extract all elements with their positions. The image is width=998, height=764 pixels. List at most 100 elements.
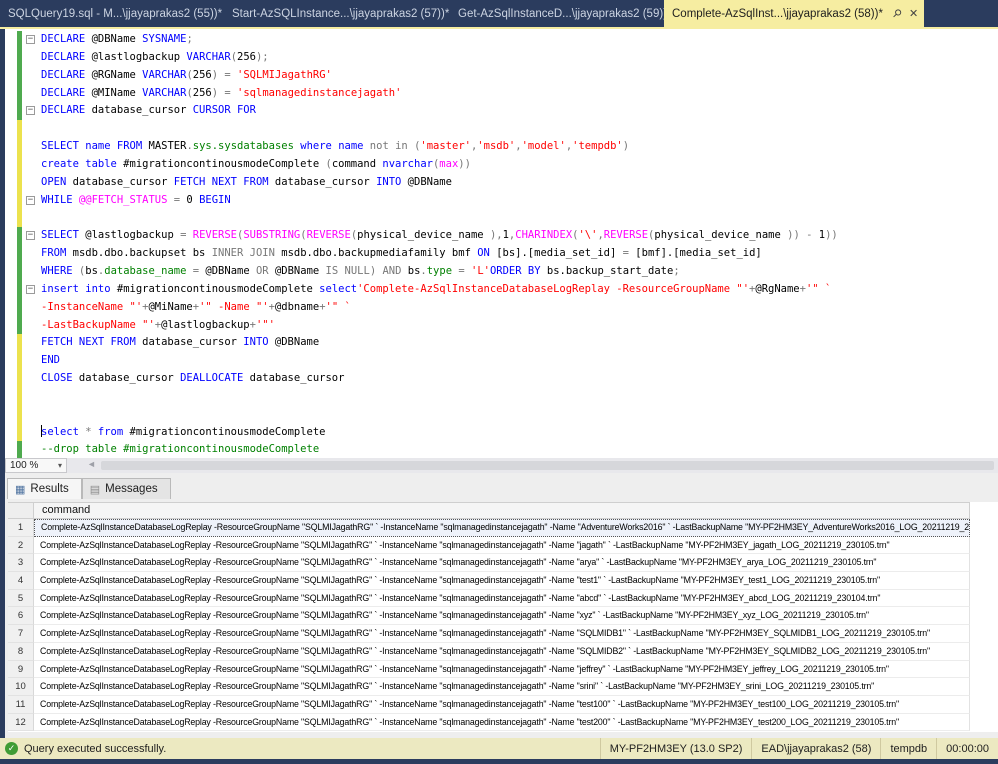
command-cell[interactable]: Complete-AzSqlInstanceDatabaseLogReplay … xyxy=(34,590,970,608)
change-tracking-bar xyxy=(17,67,22,85)
pin-icon[interactable]: ⚲ xyxy=(890,6,905,21)
tab-start-azsqlinstance[interactable]: Start-AzSQLInstance...\jjayaprakas2 (57)… xyxy=(224,0,457,27)
change-tracking-bar xyxy=(17,334,22,352)
table-row[interactable]: 3Complete-AzSqlInstanceDatabaseLogReplay… xyxy=(8,554,998,572)
command-cell[interactable]: Complete-AzSqlInstanceDatabaseLogReplay … xyxy=(34,554,970,572)
command-cell[interactable]: Complete-AzSqlInstanceDatabaseLogReplay … xyxy=(34,678,970,696)
collapse-region-icon[interactable]: − xyxy=(26,231,35,240)
server-name: MY-PF2HM3EY (13.0 SP2) xyxy=(600,738,752,759)
code-line: −SELECT @lastlogbackup = REVERSE(SUBSTRI… xyxy=(5,227,998,245)
change-tracking-bar xyxy=(17,227,22,245)
table-row[interactable]: 4Complete-AzSqlInstanceDatabaseLogReplay… xyxy=(8,572,998,590)
grid-corner-cell[interactable] xyxy=(8,502,34,519)
table-row[interactable]: 7Complete-AzSqlInstanceDatabaseLogReplay… xyxy=(8,625,998,643)
collapse-region-icon[interactable]: − xyxy=(26,285,35,294)
code-line: −DECLARE @DBName SYSNAME; xyxy=(5,31,998,49)
command-cell[interactable]: Complete-AzSqlInstanceDatabaseLogReplay … xyxy=(34,661,970,679)
command-cell[interactable]: Complete-AzSqlInstanceDatabaseLogReplay … xyxy=(34,607,970,625)
table-row[interactable]: 8Complete-AzSqlInstanceDatabaseLogReplay… xyxy=(8,643,998,661)
change-tracking-bar xyxy=(17,209,22,227)
command-cell[interactable]: Complete-AzSqlInstanceDatabaseLogReplay … xyxy=(34,537,970,555)
messages-icon: ▤ xyxy=(90,483,100,496)
row-number[interactable]: 12 xyxy=(8,714,34,732)
table-row[interactable]: 12Complete-AzSqlInstanceDatabaseLogRepla… xyxy=(8,714,998,732)
code-line: DECLARE @MIName VARCHAR(256) = 'sqlmanag… xyxy=(5,85,998,103)
change-tracking-bar xyxy=(17,174,22,192)
table-row[interactable]: 11Complete-AzSqlInstanceDatabaseLogRepla… xyxy=(8,696,998,714)
results-grid[interactable]: command 1Complete-AzSqlInstanceDatabaseL… xyxy=(8,502,998,732)
user-name: EAD\jjayaprakas2 (58) xyxy=(751,738,880,759)
status-bar: ✓ Query executed successfully. MY-PF2HM3… xyxy=(0,738,998,759)
command-cell[interactable]: Complete-AzSqlInstanceDatabaseLogReplay … xyxy=(34,714,970,732)
tab-complete-azsqlinstance[interactable]: Complete-AzSqlInst...\jjayaprakas2 (58))… xyxy=(664,0,924,27)
row-number[interactable]: 10 xyxy=(8,678,34,696)
grid-header-row: command xyxy=(8,502,998,519)
code-line: WHERE (bs.database_name = @DBName OR @DB… xyxy=(5,263,998,281)
change-tracking-bar xyxy=(17,441,22,458)
table-row[interactable]: 5Complete-AzSqlInstanceDatabaseLogReplay… xyxy=(8,590,998,608)
change-tracking-bar xyxy=(17,317,22,335)
tab-messages-label: Messages xyxy=(105,483,157,495)
status-segments: MY-PF2HM3EY (13.0 SP2) EAD\jjayaprakas2 … xyxy=(600,738,998,759)
change-tracking-bar xyxy=(17,138,22,156)
change-tracking-bar xyxy=(17,299,22,317)
row-number[interactable]: 5 xyxy=(8,590,34,608)
success-check-icon: ✓ xyxy=(5,742,18,755)
table-row[interactable]: 9Complete-AzSqlInstanceDatabaseLogReplay… xyxy=(8,661,998,679)
collapse-region-icon[interactable]: − xyxy=(26,35,35,44)
code-line xyxy=(5,406,998,424)
change-tracking-bar xyxy=(17,156,22,174)
scroll-left-icon[interactable]: ◄ xyxy=(87,459,96,469)
row-number[interactable]: 1 xyxy=(8,519,34,537)
window-bottom-edge xyxy=(0,759,998,764)
tab-get-azsqlinstance[interactable]: Get-AzSqlInstanceD...\jjayaprakas2 (59)) xyxy=(450,0,675,27)
command-cell[interactable]: Complete-AzSqlInstanceDatabaseLogReplay … xyxy=(34,696,970,714)
horizontal-scrollbar[interactable]: ◄ xyxy=(85,458,998,473)
results-pane: ▦ Results ▤ Messages command 1Complete-A… xyxy=(5,473,998,738)
close-icon[interactable]: ✕ xyxy=(909,7,918,20)
tab-label: Complete-AzSqlInst...\jjayaprakas2 (58))… xyxy=(672,8,883,20)
code-line: OPEN database_cursor FETCH NEXT FROM dat… xyxy=(5,174,998,192)
row-number[interactable]: 2 xyxy=(8,537,34,555)
change-tracking-bar xyxy=(17,406,22,424)
column-header-command[interactable]: command xyxy=(34,502,970,519)
row-number[interactable]: 7 xyxy=(8,625,34,643)
row-number[interactable]: 3 xyxy=(8,554,34,572)
command-cell[interactable]: Complete-AzSqlInstanceDatabaseLogReplay … xyxy=(34,643,970,661)
zoom-level-dropdown[interactable]: 100 % ▾ xyxy=(5,458,67,473)
code-line: SELECT name FROM MASTER.sys.sysdatabases… xyxy=(5,138,998,156)
table-row[interactable]: 6Complete-AzSqlInstanceDatabaseLogReplay… xyxy=(8,607,998,625)
table-row[interactable]: 1Complete-AzSqlInstanceDatabaseLogReplay… xyxy=(8,519,998,537)
code-line: DECLARE @RGName VARCHAR(256) = 'SQLMIJag… xyxy=(5,67,998,85)
ssms-window: SQLQuery19.sql - M...\jjayaprakas2 (55))… xyxy=(0,0,998,764)
scrollbar-thumb[interactable] xyxy=(101,461,994,470)
collapse-region-icon[interactable]: − xyxy=(26,196,35,205)
table-row[interactable]: 10Complete-AzSqlInstanceDatabaseLogRepla… xyxy=(8,678,998,696)
row-number[interactable]: 9 xyxy=(8,661,34,679)
status-message: Query executed successfully. xyxy=(24,743,166,755)
table-row[interactable]: 2Complete-AzSqlInstanceDatabaseLogReplay… xyxy=(8,537,998,555)
collapse-region-icon[interactable]: − xyxy=(26,106,35,115)
row-number[interactable]: 6 xyxy=(8,607,34,625)
code-line: FROM msdb.dbo.backupset bs INNER JOIN ms… xyxy=(5,245,998,263)
tab-messages[interactable]: ▤ Messages xyxy=(82,478,171,499)
code-line: END xyxy=(5,352,998,370)
code-line xyxy=(5,120,998,138)
change-tracking-bar xyxy=(17,388,22,406)
tab-results[interactable]: ▦ Results xyxy=(7,478,82,499)
editor-bottom-bar: 100 % ▾ ◄ xyxy=(5,458,998,473)
command-cell[interactable]: Complete-AzSqlInstanceDatabaseLogReplay … xyxy=(34,625,970,643)
change-tracking-bar xyxy=(17,263,22,281)
change-tracking-bar xyxy=(17,102,22,120)
code-line: DECLARE @lastlogbackup VARCHAR(256); xyxy=(5,49,998,67)
row-number[interactable]: 11 xyxy=(8,696,34,714)
command-cell[interactable]: Complete-AzSqlInstanceDatabaseLogReplay … xyxy=(34,572,970,590)
command-cell[interactable]: Complete-AzSqlInstanceDatabaseLogReplay … xyxy=(34,519,970,537)
row-number[interactable]: 8 xyxy=(8,643,34,661)
code-editor[interactable]: −DECLARE @DBName SYSNAME;DECLARE @lastlo… xyxy=(5,29,998,458)
tab-sqlquery19[interactable]: SQLQuery19.sql - M...\jjayaprakas2 (55))… xyxy=(0,0,230,27)
code-line xyxy=(5,209,998,227)
change-tracking-bar xyxy=(17,370,22,388)
row-number[interactable]: 4 xyxy=(8,572,34,590)
zoom-level-value: 100 % xyxy=(10,460,38,471)
